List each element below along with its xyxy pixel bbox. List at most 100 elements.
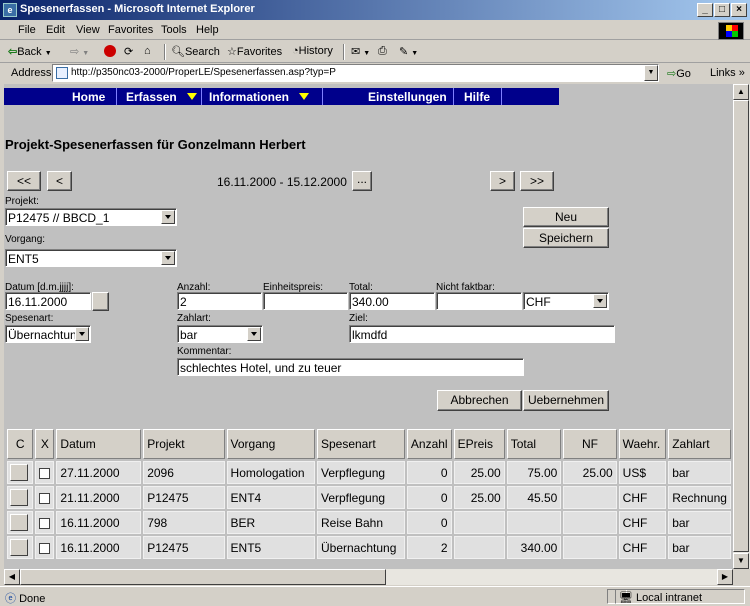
nav-home[interactable]: Home (72, 90, 105, 104)
anzahl-field[interactable]: 2 (177, 292, 262, 310)
menu-file[interactable]: File (18, 24, 36, 36)
menu-tools[interactable]: Tools (161, 24, 187, 36)
home-button[interactable]: ⌂ (144, 45, 151, 57)
row-select-button[interactable] (10, 464, 28, 481)
back-button[interactable]: ⇦Back ▼ (8, 45, 52, 58)
row-delete-checkbox[interactable] (39, 492, 51, 504)
scroll-up-icon[interactable]: ▲ (733, 84, 749, 100)
close-button[interactable]: × (731, 3, 747, 17)
cell-epreis (453, 536, 505, 559)
cell-total: 340.00 (506, 536, 562, 559)
menu-help[interactable]: Help (196, 24, 219, 36)
column-header-waehr[interactable]: Waehr. (618, 429, 667, 459)
vorgang-select[interactable]: ENT5 (5, 249, 177, 267)
column-header-anzahl[interactable]: Anzahl (406, 429, 452, 459)
stop-button[interactable] (104, 45, 116, 60)
zahlart-select[interactable]: bar (177, 325, 263, 343)
minimize-button[interactable]: _ (697, 3, 713, 17)
nav-hilfe[interactable]: Hilfe (464, 90, 490, 104)
column-header-nf[interactable]: NF (563, 429, 617, 459)
vertical-scrollbar[interactable]: ▲ ▼ (733, 84, 750, 569)
address-input[interactable]: http://p350nc03-2000/ProperLE/Spesenerfa… (52, 64, 659, 82)
neu-button[interactable]: Neu (523, 207, 609, 227)
edit-button[interactable]: ✎ ▼ (399, 45, 418, 58)
datum-field[interactable]: 16.11.2000 (5, 292, 91, 310)
row-select-button[interactable] (10, 489, 28, 506)
menu-view[interactable]: View (76, 24, 100, 36)
security-zone: 🖥︎ Local intranet (615, 589, 745, 604)
nav-informationen[interactable]: Informationen (209, 90, 309, 104)
scroll-down-icon[interactable]: ▼ (733, 553, 749, 569)
abbrechen-button[interactable]: Abbrechen (437, 390, 522, 411)
first-period-button[interactable]: << (7, 171, 41, 191)
site-nav-bar: Home Erfassen Informationen Einstellunge… (4, 88, 559, 105)
stop-icon (104, 45, 116, 57)
column-header-c[interactable]: C (7, 429, 34, 459)
row-select-button[interactable] (10, 514, 28, 531)
column-header-total[interactable]: Total (506, 429, 562, 459)
einheitspreis-field[interactable] (263, 292, 348, 310)
nav-erfassen[interactable]: Erfassen (126, 90, 197, 104)
menu-favorites[interactable]: Favorites (108, 24, 153, 36)
speichern-button[interactable]: Speichern (523, 228, 609, 248)
dropdown-icon: ▼ (82, 50, 90, 57)
go-button[interactable]: ⇨Go (667, 67, 691, 80)
scroll-left-icon[interactable]: ◀ (4, 569, 20, 585)
maximize-button[interactable]: □ (714, 3, 730, 17)
column-header-x[interactable]: X (35, 429, 55, 459)
menu-edit[interactable]: Edit (46, 24, 65, 36)
column-header-spesenart[interactable]: Spesenart (316, 429, 405, 459)
address-label: Address (11, 67, 52, 79)
expenses-table: C X Datum Projekt Vorgang Spesenart Anza… (5, 427, 733, 561)
nav-separator (116, 88, 117, 105)
cell-nf: 25.00 (563, 461, 617, 484)
horizontal-scrollbar[interactable]: ◀ ▶ (4, 569, 733, 585)
chevron-down-icon (593, 294, 607, 308)
last-period-button[interactable]: >> (520, 171, 554, 191)
links-button[interactable]: Links » (710, 67, 745, 79)
table-row: 16.11.2000 P12475 ENT5 Übernachtung 2 340.00 C… (7, 536, 731, 559)
favorites-button[interactable]: ☆Favorites (227, 45, 282, 58)
nav-separator (501, 88, 502, 105)
mail-button[interactable]: ✉ ▼ (351, 45, 370, 58)
column-header-datum[interactable]: Datum (56, 429, 142, 459)
ziel-field[interactable]: lkmdfd (349, 325, 615, 343)
column-header-vorgang[interactable]: Vorgang (226, 429, 315, 459)
projekt-select[interactable]: P12475 // BBCD_1 (5, 208, 177, 226)
vertical-scroll-thumb[interactable] (733, 100, 749, 552)
next-period-button[interactable]: > (490, 171, 515, 191)
row-select-button[interactable] (10, 539, 28, 556)
row-delete-checkbox[interactable] (39, 542, 51, 554)
cell-nf (563, 511, 617, 534)
ie-window-icon: e (3, 3, 17, 17)
row-delete-checkbox[interactable] (39, 517, 51, 529)
forward-button[interactable]: ⇨ ▼ (70, 45, 89, 58)
cell-projekt: 798 (143, 511, 225, 534)
total-field[interactable]: 340.00 (349, 292, 435, 310)
nicht-faktbar-field[interactable] (436, 292, 522, 310)
history-button[interactable]: ◔History (292, 45, 333, 57)
spesenart-select[interactable]: Übernachtun (5, 325, 91, 343)
cell-vorgang: Homologation (226, 461, 315, 484)
horizontal-scroll-thumb[interactable] (20, 569, 386, 585)
search-button[interactable]: 🔍︎Search (171, 45, 220, 58)
column-header-projekt[interactable]: Projekt (143, 429, 225, 459)
scroll-right-icon[interactable]: ▶ (717, 569, 733, 585)
refresh-button[interactable]: ⟳ (124, 45, 133, 58)
column-header-zahlart[interactable]: Zahlart (668, 429, 731, 459)
date-picker-button[interactable] (92, 292, 109, 311)
forward-arrow-icon: ⇨ (70, 46, 80, 58)
zahlart-label: Zahlart: (177, 313, 211, 324)
waehrung-select[interactable]: CHF (523, 292, 609, 310)
nav-einstellungen[interactable]: Einstellungen (368, 90, 447, 104)
menu-bar: File Edit View Favorites Tools Help (0, 20, 750, 40)
uebernehmen-button[interactable]: Uebernehmen (523, 390, 609, 411)
address-dropdown-icon[interactable]: ▼ (644, 65, 658, 81)
print-button[interactable]: ⎙ (378, 45, 387, 58)
column-header-epreis[interactable]: EPreis (453, 429, 505, 459)
row-delete-checkbox[interactable] (39, 467, 51, 479)
date-range-picker-button[interactable]: ... (352, 171, 372, 191)
previous-period-button[interactable]: < (47, 171, 72, 191)
page-icon (56, 67, 68, 79)
kommentar-field[interactable]: schlechtes Hotel, und zu teuer (177, 358, 524, 376)
